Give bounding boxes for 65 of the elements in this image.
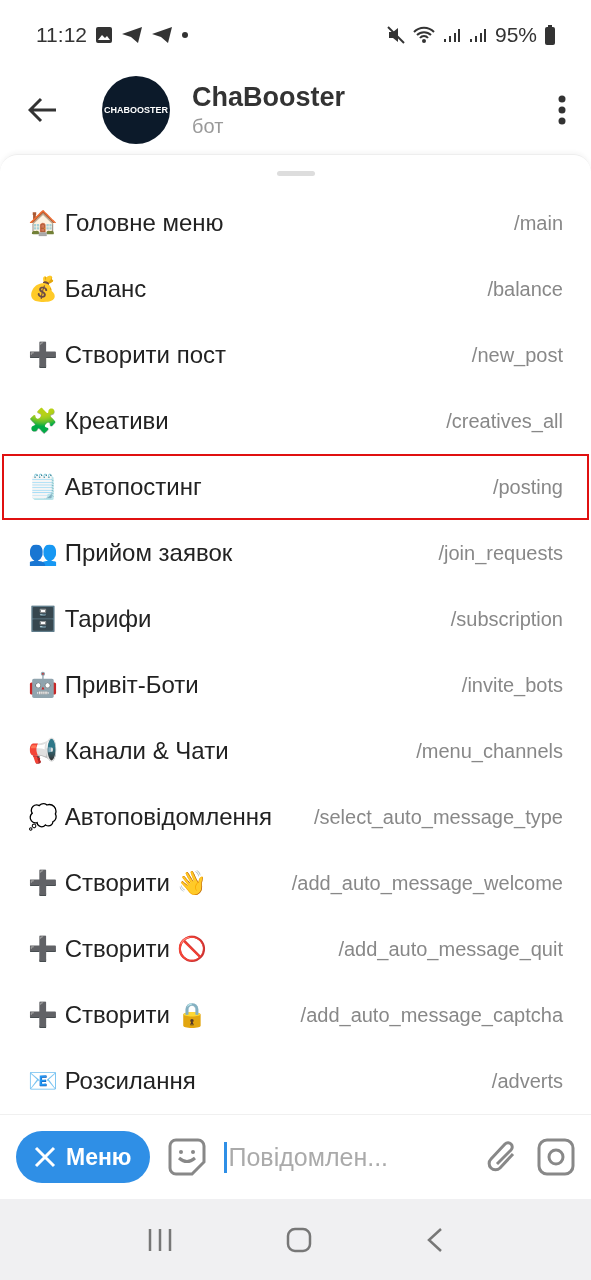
recent-apps-icon[interactable] bbox=[146, 1226, 173, 1253]
command-name: /menu_channels bbox=[416, 739, 563, 763]
command-label: 💰 Баланс bbox=[28, 274, 148, 305]
command-label: 🏠 Головне меню bbox=[28, 208, 225, 239]
command-name: /select_auto_message_type bbox=[313, 805, 563, 829]
close-icon bbox=[34, 1146, 56, 1168]
bot-avatar[interactable]: CHABOOSTER bbox=[102, 76, 170, 144]
command-row[interactable]: 💰 Баланс /balance bbox=[2, 256, 589, 322]
paper-plane-icon bbox=[121, 26, 143, 44]
command-row[interactable]: 📧 Розсилання /adverts bbox=[2, 1048, 589, 1114]
command-label: ➕ Створити пост bbox=[28, 340, 227, 371]
command-row[interactable]: 💭 Автоповідомлення /select_auto_message_type bbox=[2, 784, 589, 850]
command-name: /posting bbox=[492, 475, 563, 499]
command-row[interactable]: 🧩 Креативи /creatives_all bbox=[2, 388, 589, 454]
command-label: ➕ Створити 👋 bbox=[28, 868, 208, 899]
mute-icon bbox=[386, 26, 405, 44]
dot-icon bbox=[181, 31, 189, 39]
command-name: /join_requests bbox=[438, 541, 563, 565]
status-time: 11:12 bbox=[36, 23, 87, 47]
command-label: 👥 Прийом заявок bbox=[28, 538, 234, 569]
command-row[interactable]: ➕ Створити пост /new_post bbox=[2, 322, 589, 388]
command-label: 💭 Автоповідомлення bbox=[28, 802, 274, 833]
sheet-handle[interactable] bbox=[276, 171, 315, 176]
command-name: /add_auto_message_captcha bbox=[300, 1003, 563, 1027]
chat-title: ChaBooster bbox=[192, 82, 347, 113]
signal-icon bbox=[442, 26, 461, 44]
command-row[interactable]: 👥 Прийом заявок /join_requests bbox=[2, 520, 589, 586]
battery-percent: 95% bbox=[494, 23, 537, 47]
command-label: 🧩 Креативи bbox=[28, 406, 170, 437]
command-label: 🤖 Привіт-Боти bbox=[28, 670, 200, 701]
home-icon[interactable] bbox=[285, 1226, 312, 1253]
command-row[interactable]: 🏠 Головне меню /main bbox=[2, 190, 589, 256]
command-name: /adverts bbox=[491, 1069, 563, 1093]
chat-subtitle: бот bbox=[192, 115, 225, 138]
command-name: /new_post bbox=[471, 343, 563, 367]
battery-icon bbox=[545, 25, 555, 45]
back-arrow-icon[interactable] bbox=[28, 97, 58, 123]
wifi-icon bbox=[412, 26, 435, 44]
command-label: 📢 Канали & Чати bbox=[28, 736, 230, 767]
gallery-icon bbox=[95, 26, 113, 44]
command-row[interactable]: 🤖 Привіт-Боти /invite_bots bbox=[2, 652, 589, 718]
command-row[interactable]: ➕ Створити 🔒 /add_auto_message_captcha bbox=[2, 982, 589, 1048]
command-label: 🗒 Автопостинг bbox=[28, 472, 203, 503]
sticker-icon[interactable] bbox=[167, 1138, 206, 1176]
command-label: ➕ Створити 🔒 bbox=[28, 1000, 208, 1031]
command-label: ➕ Створити 🚫 bbox=[28, 934, 208, 965]
avatar-logo-text: CHABOOSTER bbox=[104, 105, 168, 115]
command-row[interactable]: ➕ Створити 👋 /add_auto_message_welcome bbox=[2, 850, 589, 916]
camera-icon[interactable] bbox=[537, 1138, 575, 1176]
command-name: /balance bbox=[487, 277, 563, 301]
command-name: /subscription bbox=[450, 607, 563, 631]
command-name: /add_auto_message_welcome bbox=[291, 871, 563, 895]
command-label: 📧 Розсилання bbox=[28, 1066, 197, 1097]
command-name: /creatives_all bbox=[446, 409, 563, 433]
command-row[interactable]: ➕ Створити 🚫 /add_auto_message_quit bbox=[2, 916, 589, 982]
more-menu-icon[interactable] bbox=[557, 95, 567, 125]
paper-plane-icon bbox=[151, 26, 173, 44]
command-name: /add_auto_message_quit bbox=[338, 937, 563, 961]
highlighted-command-row[interactable]: 🗒 Автопостинг /posting bbox=[2, 454, 589, 520]
command-row[interactable]: 📢 Канали & Чати /menu_channels bbox=[2, 718, 589, 784]
signal-icon bbox=[468, 26, 487, 44]
command-name: /main bbox=[514, 211, 563, 235]
command-label: 🗄 Тарифи bbox=[28, 604, 153, 635]
command-row[interactable]: 🗄 Тарифи /subscription bbox=[2, 586, 589, 652]
command-name: /invite_bots bbox=[461, 673, 563, 697]
